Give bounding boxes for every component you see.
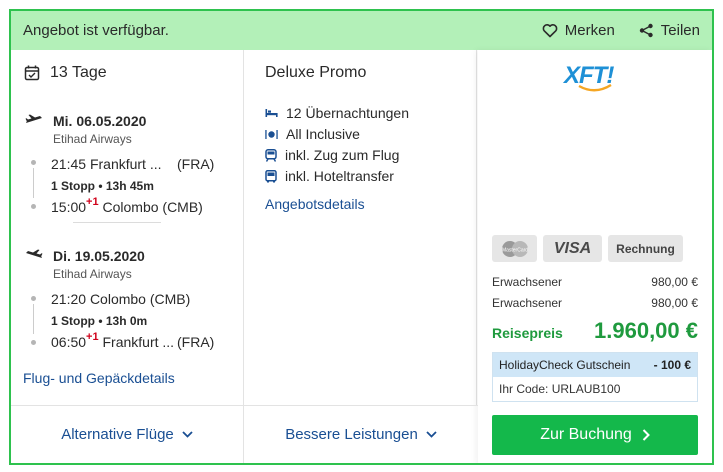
feature-item: inkl. Zug zum Flug (265, 147, 399, 163)
outbound-stop-count: 1 Stopp (51, 179, 95, 193)
inbound-arrival: 06:50+1 Frankfurt ... (51, 331, 175, 350)
outbound-dep-city: Frankfurt ... (89, 156, 162, 172)
feature-label: inkl. Hoteltransfer (285, 168, 394, 184)
inbound-day-offset: +1 (86, 331, 99, 343)
flight-column: 13 Tage Mi. 06.05.2020 Etihad Airways 21… (11, 50, 244, 405)
outbound-travel-time: 13h 45m (105, 179, 154, 193)
inbound-stops: 1 Stopp • 13h 0m (51, 314, 148, 328)
chevron-right-icon (642, 429, 650, 441)
voucher-header: HolidayCheck Gutschein - 100 € (493, 353, 697, 377)
availability-bar: Angebot ist verfügbar. Merken Teilen (11, 11, 712, 50)
offer-details-link[interactable]: Angebotsdetails (265, 196, 365, 212)
offer-title: Deluxe Promo (265, 64, 367, 81)
inbound-dep-time: 21:20 (51, 291, 87, 307)
flight-details-link[interactable]: Flug- und Gepäckdetails (23, 370, 175, 386)
calendar-icon (24, 65, 40, 81)
mastercard-icon: MasterCard (501, 240, 528, 257)
share-label: Teilen (660, 22, 700, 39)
outbound-arr-city: Colombo (CMB) (102, 199, 203, 215)
better-services-label: Bessere Leistungen (285, 426, 418, 443)
tour-operator-logo: XFT! (564, 62, 614, 92)
outbound-arrival: 15:00+1 Colombo (CMB) (51, 196, 203, 215)
departure-plane-icon (25, 114, 42, 123)
dining-icon (265, 129, 278, 139)
mastercard-badge: MasterCard (492, 235, 537, 262)
outbound-dep-time: 21:45 (51, 156, 87, 172)
inbound-stop-count: 1 Stopp (51, 314, 95, 328)
share-button[interactable]: Teilen (639, 22, 700, 39)
feature-label: All Inclusive (286, 126, 360, 142)
logo-swoosh-icon (578, 84, 612, 92)
inbound-arr-code: (FRA) (177, 334, 215, 350)
book-label: Zur Buchung (540, 426, 632, 443)
total-price-row: Reisepreis 1.960,00 € (492, 318, 698, 344)
feature-item: 12 Übernachtungen (265, 105, 409, 121)
feature-label: inkl. Zug zum Flug (285, 147, 400, 163)
booking-panel: XFT! MasterCard VISA Rechnung Erwachsene… (478, 50, 712, 463)
inbound-travel-time: 13h 0m (105, 314, 148, 328)
outbound-airline: Etihad Airways (53, 132, 132, 146)
voucher-box: HolidayCheck Gutschein - 100 € Ihr Code:… (492, 352, 698, 402)
outbound-date: Mi. 06.05.2020 (53, 113, 147, 129)
voucher-title: HolidayCheck Gutschein (499, 358, 631, 372)
train-icon (265, 148, 277, 162)
route-dot (31, 340, 36, 345)
outbound-departure: 21:45 Frankfurt ... (51, 156, 162, 172)
inbound-arr-city: Frankfurt ... (102, 334, 175, 350)
trip-duration: 13 Tage (24, 64, 107, 82)
alternative-flights-button[interactable]: Alternative Flüge (11, 405, 244, 463)
inbound-dep-city: Colombo (CMB) (89, 291, 191, 307)
outbound-stops: 1 Stopp • 13h 45m (51, 179, 154, 193)
duration-text: 13 Tage (50, 64, 107, 81)
voucher-code: Ihr Code: URLAUB100 (499, 382, 621, 396)
total-price: 1.960,00 € (594, 318, 698, 343)
heart-icon (542, 24, 558, 38)
traveler-label: Erwachsener (492, 275, 563, 289)
visa-badge: VISA (543, 235, 602, 262)
chevron-down-icon (426, 431, 437, 438)
traveler-price-row: Erwachsener 980,00 € (492, 296, 698, 310)
inbound-departure: 21:20 Colombo (CMB) (51, 291, 190, 307)
route-line (33, 304, 34, 334)
inbound-arr-time: 06:50 (51, 334, 87, 350)
mastercard-text: MasterCard (501, 247, 527, 253)
availability-text: Angebot ist verfügbar. (23, 22, 169, 39)
traveler-price: 980,00 € (651, 275, 698, 289)
save-label: Merken (564, 22, 615, 39)
traveler-label: Erwachsener (492, 296, 563, 310)
chevron-down-icon (182, 431, 193, 438)
arrival-plane-icon (26, 249, 43, 258)
route-dot (31, 296, 36, 301)
share-icon (639, 23, 653, 38)
outbound-dep-code: (FRA) (177, 156, 215, 172)
offer-column: Deluxe Promo 12 Übernachtungen All Inclu… (244, 50, 477, 405)
alternative-flights-label: Alternative Flüge (61, 426, 174, 443)
bus-icon (265, 169, 277, 182)
voucher-amount: - 100 € (653, 358, 691, 372)
flight-divider (73, 222, 161, 223)
book-button[interactable]: Zur Buchung (492, 415, 698, 455)
invoice-badge: Rechnung (608, 235, 683, 262)
save-button[interactable]: Merken (542, 22, 615, 39)
inbound-airline: Etihad Airways (53, 267, 132, 281)
feature-item: inkl. Hoteltransfer (265, 168, 394, 184)
total-label: Reisepreis (492, 325, 563, 341)
outbound-arr-time: 15:00 (51, 199, 87, 215)
better-services-button[interactable]: Bessere Leistungen (244, 405, 478, 463)
traveler-price: 980,00 € (651, 296, 698, 310)
feature-item: All Inclusive (265, 126, 360, 142)
offer-card: Angebot ist verfügbar. Merken Teilen 13 … (9, 9, 714, 465)
bed-icon (265, 109, 278, 117)
outbound-day-offset: +1 (86, 196, 99, 208)
route-dot (31, 204, 36, 209)
route-dot (31, 160, 36, 165)
traveler-price-row: Erwachsener 980,00 € (492, 275, 698, 289)
inbound-date: Di. 19.05.2020 (53, 248, 145, 264)
feature-label: 12 Übernachtungen (286, 105, 409, 121)
route-line (33, 168, 34, 198)
payment-methods: MasterCard VISA Rechnung (492, 235, 683, 262)
